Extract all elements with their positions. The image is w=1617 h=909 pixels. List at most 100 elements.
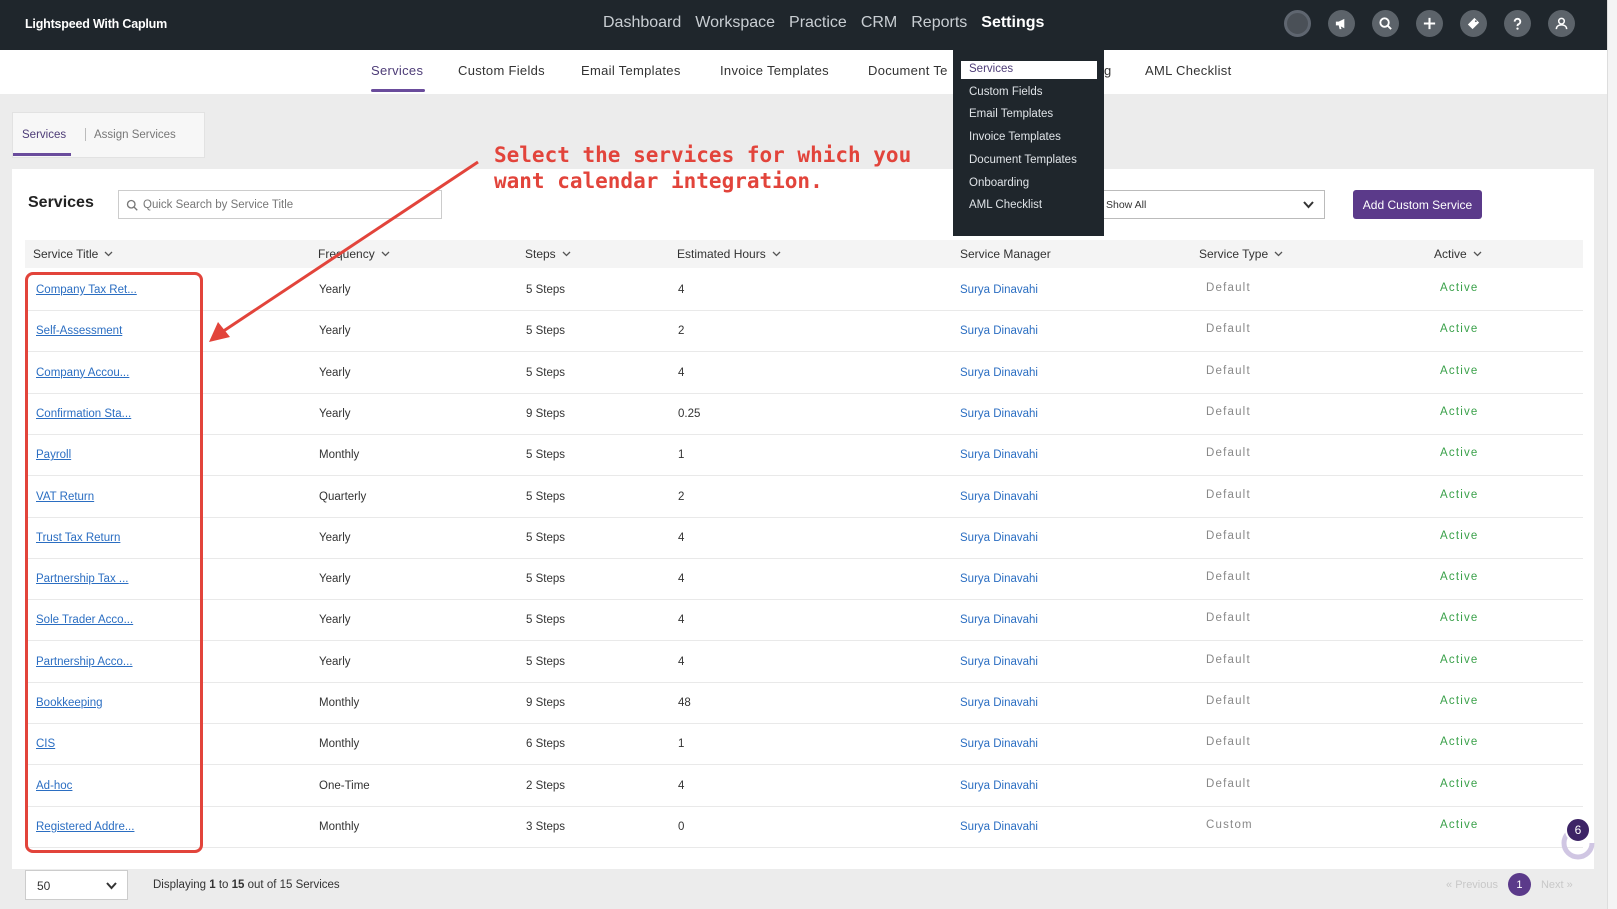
table-row: Self-Assessment Yearly 5 Steps 2 Surya Dinav…: [25, 311, 1583, 353]
service-manager-cell[interactable]: Surya Dinavahi: [960, 449, 1038, 461]
service-type-cell: Default: [1206, 695, 1251, 707]
service-manager-cell[interactable]: Surya Dinavahi: [960, 738, 1038, 750]
service-manager-cell[interactable]: Surya Dinavahi: [960, 491, 1038, 503]
tab-assign-services[interactable]: Assign Services: [94, 129, 176, 141]
service-manager-cell[interactable]: Surya Dinavahi: [960, 821, 1038, 833]
steps-cell: 5 Steps: [526, 366, 565, 379]
tag-icon[interactable]: [1460, 10, 1487, 37]
range-mid: to: [215, 879, 232, 891]
steps-cell: 5 Steps: [526, 449, 565, 462]
frequency-cell: Monthly: [319, 820, 360, 833]
estimated-hours-cell: 0: [678, 820, 685, 833]
annotation-line-2: want calendar integration.: [494, 169, 823, 193]
menu-item-aml-checklist[interactable]: AML Checklist: [969, 199, 1042, 211]
circle-status-icon[interactable]: [1284, 10, 1311, 37]
service-manager-cell[interactable]: Surya Dinavahi: [960, 532, 1038, 544]
table-row: Trust Tax Return Yearly 5 Steps 4 Surya Dina…: [25, 518, 1583, 559]
table-row: Payroll Monthly 5 Steps 1 Surya Dinavahi Defa…: [25, 435, 1583, 477]
steps-cell: 5 Steps: [526, 284, 565, 296]
notification-badge[interactable]: 6: [1565, 817, 1591, 843]
service-manager-cell[interactable]: Surya Dinavahi: [960, 408, 1038, 420]
brand-logo[interactable]: Lightspeed With Caplum: [25, 17, 167, 31]
help-icon[interactable]: [1504, 10, 1531, 37]
col-header-frequency[interactable]: Frequency: [318, 247, 390, 261]
frequency-cell: Yearly: [319, 614, 351, 627]
subnav-tab-services[interactable]: Services: [371, 63, 423, 78]
megaphone-icon[interactable]: [1328, 10, 1355, 37]
header-label: Frequency: [318, 247, 375, 261]
service-manager-cell[interactable]: Surya Dinavahi: [960, 656, 1038, 668]
estimated-hours-cell: 2: [678, 325, 685, 338]
menu-item-custom-fields[interactable]: Custom Fields: [969, 86, 1043, 98]
annotation-text: Select the services for which you want ca…: [494, 142, 911, 194]
subnav-tab-document-templates[interactable]: Document Te: [868, 63, 948, 78]
search-box[interactable]: [118, 190, 442, 219]
add-custom-service-button[interactable]: Add Custom Service: [1353, 190, 1482, 219]
service-manager-cell[interactable]: Surya Dinavahi: [960, 573, 1038, 585]
nav-crm[interactable]: CRM: [861, 14, 897, 32]
service-manager-cell[interactable]: Surya Dinavahi: [960, 614, 1038, 626]
previous-label: Previous: [1455, 878, 1498, 891]
sort-chevron-icon: [381, 251, 390, 257]
service-manager-cell[interactable]: Surya Dinavahi: [960, 325, 1038, 337]
estimated-hours-cell: 4: [678, 655, 685, 668]
col-header-service-title[interactable]: Service Title: [33, 247, 113, 261]
menu-item-invoice-templates[interactable]: Invoice Templates: [969, 131, 1061, 143]
active-status-cell: Active: [1440, 653, 1479, 666]
service-manager-cell[interactable]: Surya Dinavahi: [960, 780, 1038, 792]
nav-practice[interactable]: Practice: [789, 14, 847, 32]
nav-workspace[interactable]: Workspace: [695, 14, 775, 32]
active-status-cell: Active: [1440, 282, 1479, 294]
steps-cell: 2 Steps: [526, 779, 565, 792]
nav-dashboard[interactable]: Dashboard: [603, 14, 681, 32]
header-label: Estimated Hours: [677, 247, 766, 261]
plus-icon[interactable]: [1416, 10, 1443, 37]
col-header-estimated-hours[interactable]: Estimated Hours: [677, 247, 781, 261]
search-input[interactable]: [143, 195, 433, 215]
subnav-tab-invoice-templates[interactable]: Invoice Templates: [720, 63, 829, 78]
page-size-select[interactable]: 50: [25, 870, 128, 900]
service-manager-cell[interactable]: Surya Dinavahi: [960, 284, 1038, 296]
page-scrollbar[interactable]: [1607, 0, 1617, 909]
col-header-service-manager[interactable]: Service Manager: [960, 247, 1051, 261]
col-header-steps[interactable]: Steps: [525, 247, 571, 261]
subnav-tab-onboarding[interactable]: g: [1104, 63, 1112, 78]
service-type-cell: Default: [1206, 653, 1251, 666]
active-status-cell: Active: [1440, 612, 1479, 625]
active-status-cell: Active: [1440, 529, 1479, 542]
estimated-hours-cell: 4: [678, 531, 685, 544]
nav-settings[interactable]: Settings: [981, 14, 1044, 32]
table-row: Registered Addre... Monthly 3 Steps 0 Surya …: [25, 807, 1583, 848]
menu-item-document-templates[interactable]: Document Templates: [969, 154, 1077, 166]
table-row: Company Accou... Yearly 5 Steps 4 Surya Dina…: [25, 353, 1583, 394]
menu-item-email-templates[interactable]: Email Templates: [969, 108, 1053, 120]
pagination-page-1[interactable]: 1: [1507, 873, 1531, 896]
col-header-active[interactable]: Active: [1434, 247, 1482, 261]
pagination-previous[interactable]: « Previous: [1446, 879, 1498, 891]
top-navbar: Lightspeed With Caplum Dashboard Workspa…: [0, 0, 1607, 50]
steps-cell: 6 Steps: [526, 738, 565, 751]
filter-select[interactable]: Show All: [1095, 190, 1325, 219]
menu-item-onboarding[interactable]: Onboarding: [969, 177, 1029, 189]
subnav-tab-custom-fields[interactable]: Custom Fields: [458, 63, 545, 78]
active-status-cell: Active: [1440, 777, 1479, 790]
service-manager-cell[interactable]: Surya Dinavahi: [960, 367, 1038, 379]
subnav-tab-aml-checklist[interactable]: AML Checklist: [1145, 63, 1232, 78]
table-row: Sole Trader Acco... Yearly 5 Steps 4 Surya D…: [25, 600, 1583, 642]
table-row: Company Tax Ret... Yearly 5 Steps 4 Surya Di…: [25, 270, 1583, 311]
frequency-cell: Yearly: [319, 573, 351, 586]
col-header-service-type[interactable]: Service Type: [1199, 247, 1283, 261]
tab-services[interactable]: Services: [22, 129, 66, 141]
top-icon-bar: [1284, 10, 1575, 37]
pagination-next[interactable]: Next »: [1541, 879, 1573, 891]
subnav-tab-email-templates[interactable]: Email Templates: [581, 63, 681, 78]
service-manager-cell[interactable]: Surya Dinavahi: [960, 697, 1038, 709]
menu-item-services[interactable]: Services: [961, 61, 1097, 79]
search-icon[interactable]: [1372, 10, 1399, 37]
main-nav: Dashboard Workspace Practice CRM Reports…: [603, 14, 1044, 32]
steps-cell: 3 Steps: [526, 820, 565, 833]
service-type-cell: Default: [1206, 612, 1251, 625]
nav-reports[interactable]: Reports: [911, 14, 967, 32]
user-icon[interactable]: [1548, 10, 1575, 37]
estimated-hours-cell: 4: [678, 284, 685, 296]
